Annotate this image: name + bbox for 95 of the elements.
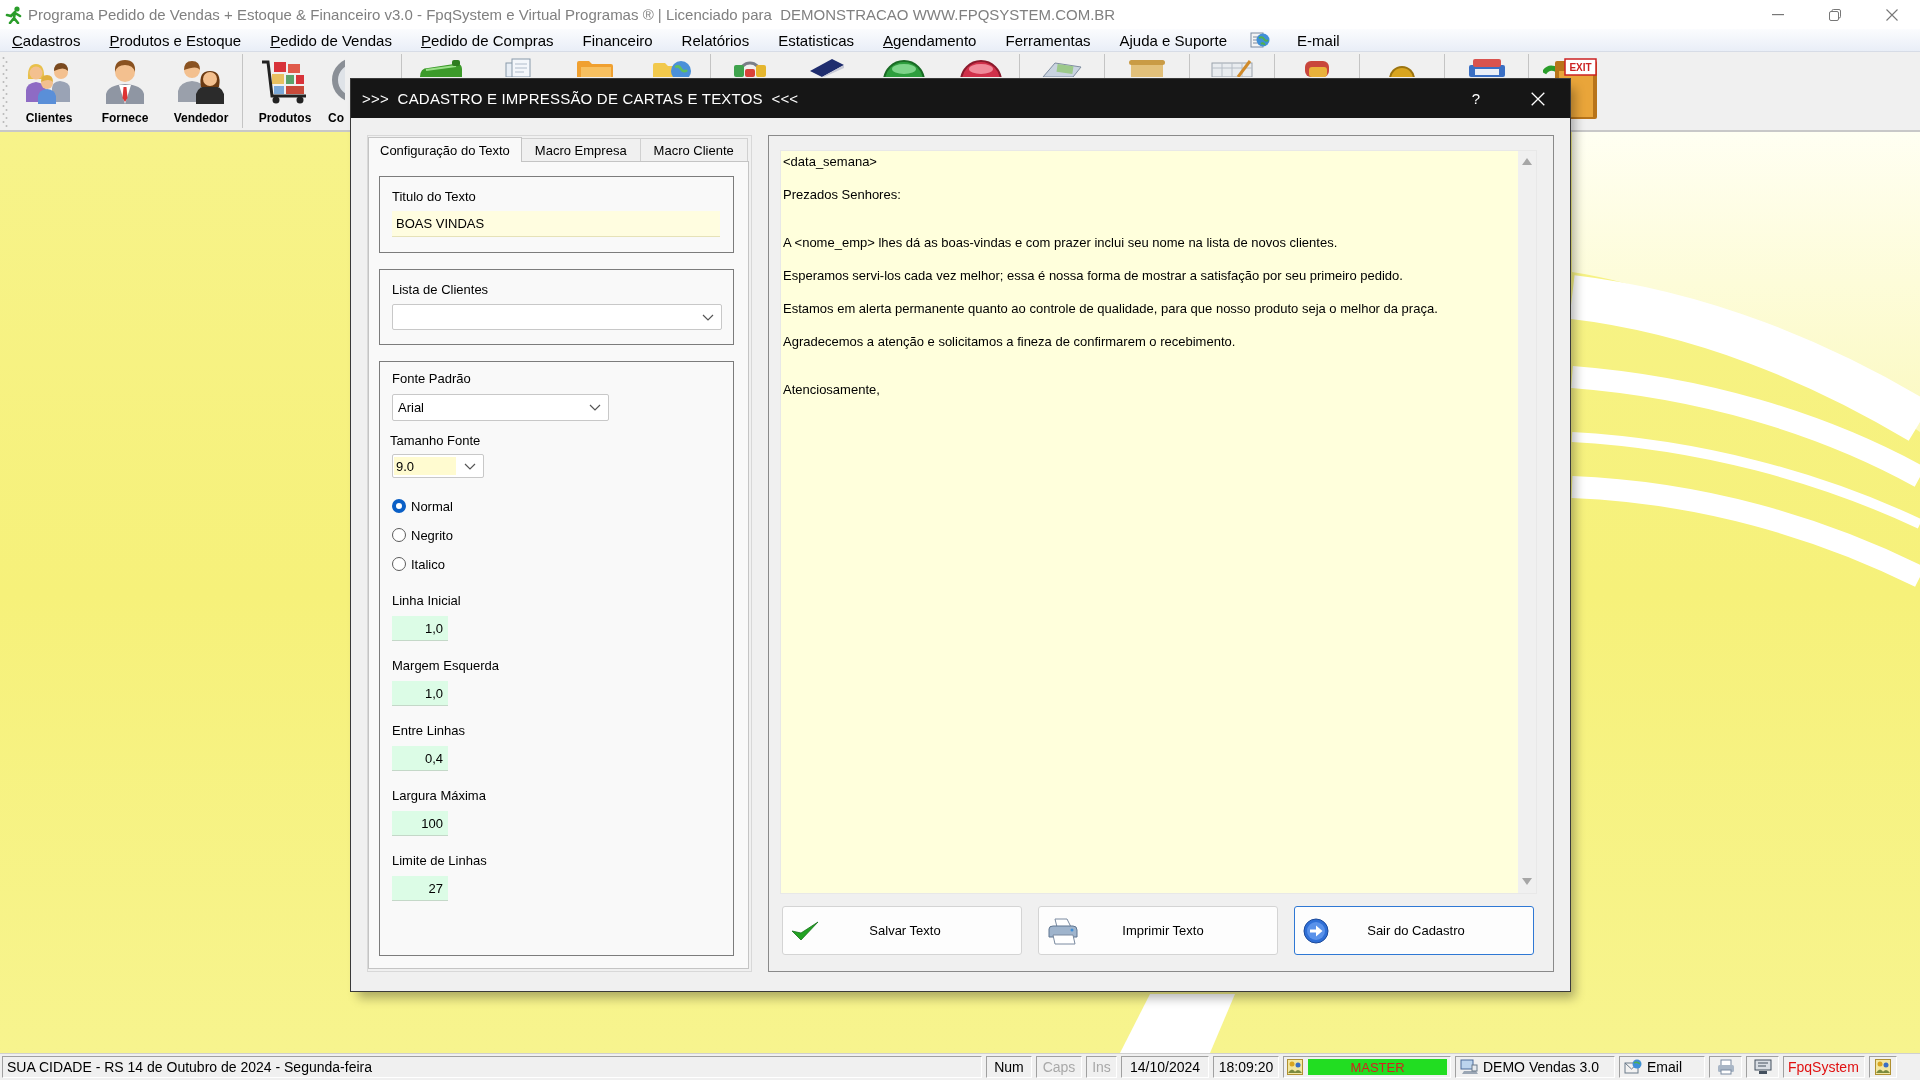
key-indicator: Num [986, 1056, 1032, 1078]
picture-icon [1287, 1059, 1303, 1075]
number-field[interactable]: 100 [392, 811, 448, 836]
tab[interactable]: Macro Empresa [520, 138, 641, 161]
dialog-title: >>> CADASTRO E IMPRESSÃO DE CARTAS E TEXTOS <<< [362, 90, 799, 107]
key-indicator: Ins [1086, 1056, 1117, 1078]
number-field[interactable]: 27 [392, 876, 448, 901]
field-label: Linha Inicial [392, 593, 461, 609]
package-icon [1129, 60, 1165, 77]
keyring-icon [733, 61, 766, 77]
email-label: Email [1647, 1059, 1682, 1075]
radio-button[interactable] [392, 528, 406, 542]
dropdown-field[interactable]: 9.0 [392, 454, 484, 478]
text-line: Agradecemos a atenção e solicitamos a fineza de confirmarem o recebimento. [783, 333, 1236, 351]
field-label: Limite de Linhas [392, 853, 487, 869]
text-line: Esperamos servi-los cada vez melhor; essa é nossa forma de mostrar a satisfação por seu primeiro pedido. [783, 267, 1403, 285]
radio-label[interactable]: Negrito [411, 527, 453, 543]
radio-label[interactable]: Normal [411, 498, 453, 514]
radio-button[interactable] [392, 499, 406, 513]
date-label: 14/10/2024 [1121, 1056, 1209, 1078]
mail-icon [1624, 1059, 1642, 1075]
system-label: DEMO Vendas 3.0 [1483, 1059, 1599, 1075]
text-line: A <nome_emp> lhes dá as boas-vindas e com prazer inclui seu nome na lista de novos clientes. [783, 234, 1338, 252]
chevron-down-icon [589, 404, 601, 411]
tab[interactable]: Configuração do Texto [368, 137, 522, 162]
close-icon [1531, 91, 1545, 106]
globe-icon [1250, 30, 1271, 50]
location-date-label: SUA CIDADE - RS 14 de Outubro de 2024 - Segunda-feira [2, 1056, 982, 1078]
runner-icon [5, 5, 23, 24]
toolbar-button[interactable]: Fornece [90, 52, 160, 126]
menu-item[interactable]: Ferramentas [993, 29, 1105, 51]
restore-icon [1828, 8, 1841, 21]
number-field[interactable]: 1,0 [392, 681, 448, 706]
radio-label[interactable]: Italico [411, 556, 445, 572]
action-button[interactable]: Sair do Cadastro [1294, 906, 1534, 955]
tab[interactable]: Macro Cliente [639, 138, 748, 161]
toolbar-button[interactable]: Produtos [250, 52, 320, 126]
scroll-up-icon [1522, 158, 1532, 165]
field-label: Titulo do Texto [392, 189, 476, 205]
printer-icon [1716, 1059, 1735, 1075]
scroll-down-icon [1522, 878, 1532, 885]
text-field[interactable]: BOAS VINDAS [392, 211, 720, 237]
menu-item[interactable]: Produtos e Estoque [97, 29, 256, 51]
menu-item[interactable]: Agendamento [871, 29, 991, 51]
radio-button[interactable] [392, 557, 406, 571]
brand-label: FpqSystem [1783, 1056, 1865, 1078]
key-indicator: Caps [1036, 1056, 1082, 1078]
printer-icon [1047, 916, 1079, 945]
field-label: Fonte Padrão [392, 371, 471, 387]
text-line: Atenciosamente, [783, 381, 880, 399]
picture-icon [1875, 1059, 1891, 1075]
dropdown-field[interactable] [392, 304, 722, 330]
field-label: Lista de Clientes [392, 282, 489, 298]
help-button[interactable]: ? [1456, 79, 1496, 118]
minimize-icon [1771, 13, 1784, 16]
menu-item[interactable]: Estatisticas [766, 29, 869, 51]
chevron-down-icon [464, 462, 476, 470]
field-label: Entre Linhas [392, 723, 465, 739]
bag-icon [1305, 61, 1329, 77]
number-field[interactable]: 1,0 [392, 616, 448, 641]
monitor-icon [1753, 1059, 1772, 1075]
menu-item[interactable]: Pedido de Vendas [258, 29, 406, 51]
tube-icon [417, 57, 464, 77]
field-label: Largura Máxima [392, 788, 486, 804]
computer-icon [1460, 1059, 1478, 1075]
folder-icon [576, 61, 613, 77]
menu-item[interactable]: Financeiro [570, 29, 667, 51]
menu-item[interactable]: Cadastros [0, 29, 95, 51]
text-line: Estamos em alerta permanente quanto ao controle de qualidade, para que nosso produto seja o melhor da praça. [783, 300, 1438, 318]
window-title: Programa Pedido de Vendas + Estoque & Financeiro v3.0 - FpqSystem e Virtual Programas ® | Licenciado para DEMONSTRACAO WWW.FPQSYSTEM.COM.BR [28, 6, 1116, 23]
chevron-down-icon [702, 313, 714, 321]
user-name-label: MASTER [1308, 1059, 1447, 1075]
arrow-circle-icon [1303, 917, 1329, 944]
toolbar-button[interactable]: Vendedor [166, 52, 236, 126]
grip-icon [2, 54, 8, 130]
menu-item[interactable]: Pedido de Compras [408, 29, 568, 51]
coin-icon [1389, 66, 1415, 77]
menu-item[interactable]: Relatórios [669, 29, 764, 51]
book-icon [809, 59, 844, 77]
text-line: Prezados Senhores: [783, 186, 901, 204]
field-label: Tamanho Fonte [390, 433, 481, 449]
text-line: <data_semana> [783, 153, 877, 171]
toolbar-button[interactable]: Clientes [14, 52, 84, 126]
action-button[interactable]: Salvar Texto [782, 906, 1022, 955]
two-people-icon [176, 58, 226, 104]
action-button[interactable]: Imprimir Texto [1038, 906, 1278, 955]
dropdown-field[interactable]: Arial [392, 394, 609, 421]
close-icon [1885, 8, 1898, 21]
menu-item[interactable]: Ajuda e Suporte [1107, 29, 1242, 51]
time-label: 18:09:20 [1213, 1056, 1279, 1078]
field-label: Margem Esquerda [392, 658, 499, 674]
check-icon [791, 919, 819, 942]
menu-item[interactable]: E-mail [1285, 29, 1354, 51]
envelope-icon [1042, 62, 1082, 77]
number-field[interactable]: 0,4 [392, 746, 448, 771]
